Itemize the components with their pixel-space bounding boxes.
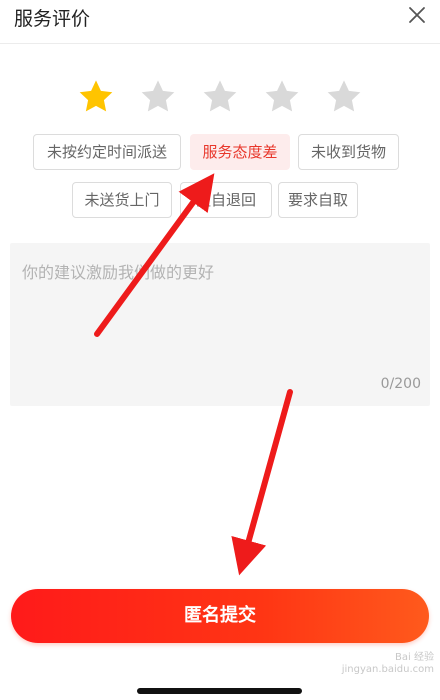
dialog-header: 服务评价 — [0, 0, 440, 44]
tag-option[interactable]: 未按约定时间派送 — [33, 134, 181, 170]
star-icon[interactable] — [77, 78, 115, 116]
star-icon[interactable] — [201, 78, 239, 116]
annotation-arrow — [231, 389, 293, 576]
tag-option[interactable]: 擅自退回 — [180, 182, 272, 218]
comment-input[interactable]: 你的建议激励我们做的更好 0/200 — [10, 243, 430, 406]
watermark: Bai 经验 jingyan.baidu.com — [341, 652, 434, 675]
tag-option[interactable]: 未收到货物 — [298, 134, 399, 170]
tag-option[interactable]: 服务态度差 — [190, 134, 290, 170]
star-icon[interactable] — [325, 78, 363, 116]
comment-placeholder: 你的建议激励我们做的更好 — [22, 263, 215, 282]
anonymous-submit-button[interactable]: 匿名提交 — [11, 589, 429, 643]
star-icon[interactable] — [139, 78, 177, 116]
star-icon[interactable] — [263, 78, 301, 116]
character-counter: 0/200 — [380, 376, 421, 392]
tag-option[interactable]: 未送货上门 — [72, 182, 172, 218]
tag-option[interactable]: 要求自取 — [278, 182, 358, 218]
star-rating — [0, 78, 440, 122]
close-icon[interactable] — [404, 2, 430, 28]
page-title: 服务评价 — [14, 8, 91, 30]
home-indicator — [137, 688, 302, 694]
